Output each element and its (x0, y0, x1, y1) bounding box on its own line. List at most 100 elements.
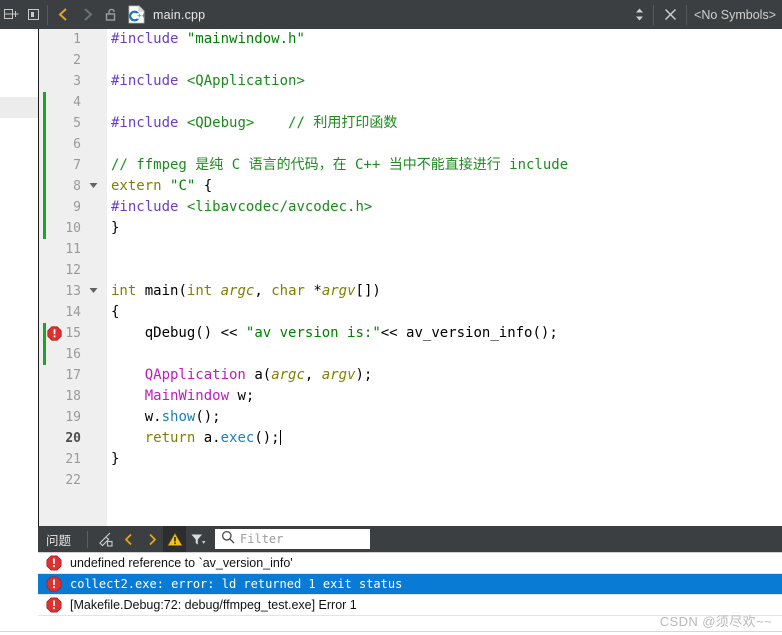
issue-message: collect2.exe: error: ld returned 1 exit … (70, 577, 403, 591)
gutter-row[interactable]: 5 (39, 113, 107, 134)
code-line-text: { (111, 304, 120, 320)
code-line[interactable]: w.show(); (107, 407, 782, 428)
close-document-icon[interactable] (657, 8, 683, 21)
warning-filter-icon[interactable] (163, 526, 187, 552)
issues-toolbar: 问题 Filter (38, 526, 782, 552)
error-icon[interactable] (47, 326, 62, 341)
code-line[interactable]: return a.exec(); (107, 428, 782, 449)
gutter-row[interactable]: 8 (39, 176, 107, 197)
line-number: 17 (65, 368, 81, 383)
code-line-text: #include <QApplication> (111, 73, 305, 89)
gutter-row[interactable]: 14 (39, 302, 107, 323)
gutter-row[interactable]: 15 (39, 323, 107, 344)
line-number: 16 (65, 347, 81, 362)
next-issue-icon[interactable] (140, 526, 163, 552)
code-line[interactable]: #include <libavcodec/avcodec.h> (107, 197, 782, 218)
code-line[interactable] (107, 470, 782, 491)
issues-panel-title: 问题 (46, 533, 72, 548)
panel-divider (87, 530, 89, 548)
issue-message: [Makefile.Debug:72: debug/ffmpeg_test.ex… (70, 598, 357, 612)
code-line[interactable]: #include <QApplication> (107, 71, 782, 92)
gutter-row[interactable]: 20 (39, 428, 107, 449)
line-number: 9 (73, 200, 81, 215)
gutter-row[interactable]: 21 (39, 449, 107, 470)
filter-input[interactable]: Filter (215, 529, 371, 549)
code-line[interactable]: // ffmpeg 是纯 C 语言的代码，在 C++ 当中不能直接进行 incl… (107, 155, 782, 176)
code-line-text: #include <QDebug> // 利用打印函数 (111, 115, 398, 131)
symbols-selector[interactable]: <No Symbols> (690, 8, 782, 22)
gutter-row[interactable]: 12 (39, 260, 107, 281)
gutter-row[interactable]: 9 (39, 197, 107, 218)
code-line[interactable]: qDebug() << "av version is:"<< av_versio… (107, 323, 782, 344)
code-text-area[interactable]: #include "mainwindow.h" #include <QApplic… (107, 29, 782, 526)
issue-row[interactable]: undefined reference to `av_version_info' (38, 553, 782, 574)
code-line-text: w.show(); (144, 409, 221, 425)
code-line[interactable]: QApplication a(argc, argv); (107, 365, 782, 386)
toolbar-divider (47, 4, 48, 25)
code-editor[interactable]: 1 2 3 4 5 6 7 8 9 10 11 12 13 14 15 16 17 18 19 20 21 22 #inc… (0, 29, 782, 526)
gutter-row[interactable]: 4 (39, 92, 107, 113)
document-list-chevrons-icon[interactable] (628, 7, 650, 22)
tab-filename-label[interactable]: main.cpp (153, 8, 205, 22)
gutter-row[interactable]: 17 (39, 365, 107, 386)
split-horizontal-icon[interactable] (0, 0, 22, 29)
code-line[interactable] (107, 239, 782, 260)
code-line[interactable] (107, 134, 782, 155)
qt-creator-window: ++ main.cpp <No Symbols> 1 2 3 4 5 6 7 8 9 10 11 12… (0, 0, 782, 635)
code-line[interactable]: } (107, 218, 782, 239)
split-vertical-icon[interactable] (22, 0, 44, 29)
code-line[interactable] (107, 50, 782, 71)
gutter-row[interactable]: 11 (39, 239, 107, 260)
gutter-row[interactable]: 1 (39, 29, 107, 50)
fold-collapse-icon[interactable] (87, 176, 99, 197)
code-line-text: #include <libavcodec/avcodec.h> (111, 199, 373, 215)
code-line[interactable]: #include <QDebug> // 利用打印函数 (107, 113, 782, 134)
line-number: 12 (65, 263, 81, 278)
gutter-row[interactable]: 18 (39, 386, 107, 407)
previous-issue-icon[interactable] (117, 526, 140, 552)
code-line-text: QApplication a(argc, argv); (144, 367, 373, 383)
code-line-text: extern "C" { (111, 178, 213, 194)
gutter-row[interactable]: 6 (39, 134, 107, 155)
filter-funnel-icon[interactable] (186, 526, 209, 552)
code-line[interactable]: { (107, 302, 782, 323)
code-line[interactable]: extern "C" { (107, 176, 782, 197)
line-number: 10 (65, 221, 81, 236)
line-number: 8 (73, 179, 81, 194)
line-number: 2 (73, 53, 81, 68)
code-line[interactable] (107, 344, 782, 365)
code-line[interactable]: int main(int argc, char *argv[]) (107, 281, 782, 302)
code-line[interactable] (107, 92, 782, 113)
unlocked-padlock-icon[interactable] (99, 0, 123, 29)
line-number-gutter[interactable]: 1 2 3 4 5 6 7 8 9 10 11 12 13 14 15 16 17 18 19 20 21 22 (39, 29, 107, 526)
code-line[interactable]: } (107, 449, 782, 470)
gutter-row[interactable]: 3 (39, 71, 107, 92)
gutter-row[interactable]: 13 (39, 281, 107, 302)
code-line[interactable]: #include "mainwindow.h" (107, 29, 782, 50)
toolbar-divider-3 (686, 4, 688, 25)
gutter-row[interactable]: 10 (39, 218, 107, 239)
fold-collapse-icon[interactable] (87, 281, 99, 302)
panel-bottom-edge (0, 631, 782, 635)
line-number: 13 (65, 284, 81, 299)
issue-message: undefined reference to `av_version_info' (70, 556, 293, 570)
code-line[interactable] (107, 260, 782, 281)
gutter-row[interactable]: 2 (39, 50, 107, 71)
line-number: 4 (73, 95, 81, 110)
code-line[interactable]: MainWindow w; (107, 386, 782, 407)
clear-broom-icon[interactable] (94, 526, 117, 552)
line-number: 5 (73, 116, 81, 131)
gutter-row[interactable]: 7 (39, 155, 107, 176)
gutter-row[interactable]: 19 (39, 407, 107, 428)
gutter-row[interactable]: 16 (39, 344, 107, 365)
line-number: 22 (65, 473, 81, 488)
navigate-forward-icon[interactable] (75, 0, 99, 29)
code-line-text: qDebug() << "av version is:"<< av_versio… (144, 325, 558, 341)
gutter-row[interactable]: 22 (39, 470, 107, 491)
line-number: 18 (65, 389, 81, 404)
navigate-back-icon[interactable] (51, 0, 75, 29)
error-icon (46, 555, 62, 571)
issue-row[interactable]: collect2.exe: error: ld returned 1 exit … (38, 574, 782, 595)
line-number: 11 (65, 242, 81, 257)
toolbar-divider-2 (653, 4, 655, 25)
